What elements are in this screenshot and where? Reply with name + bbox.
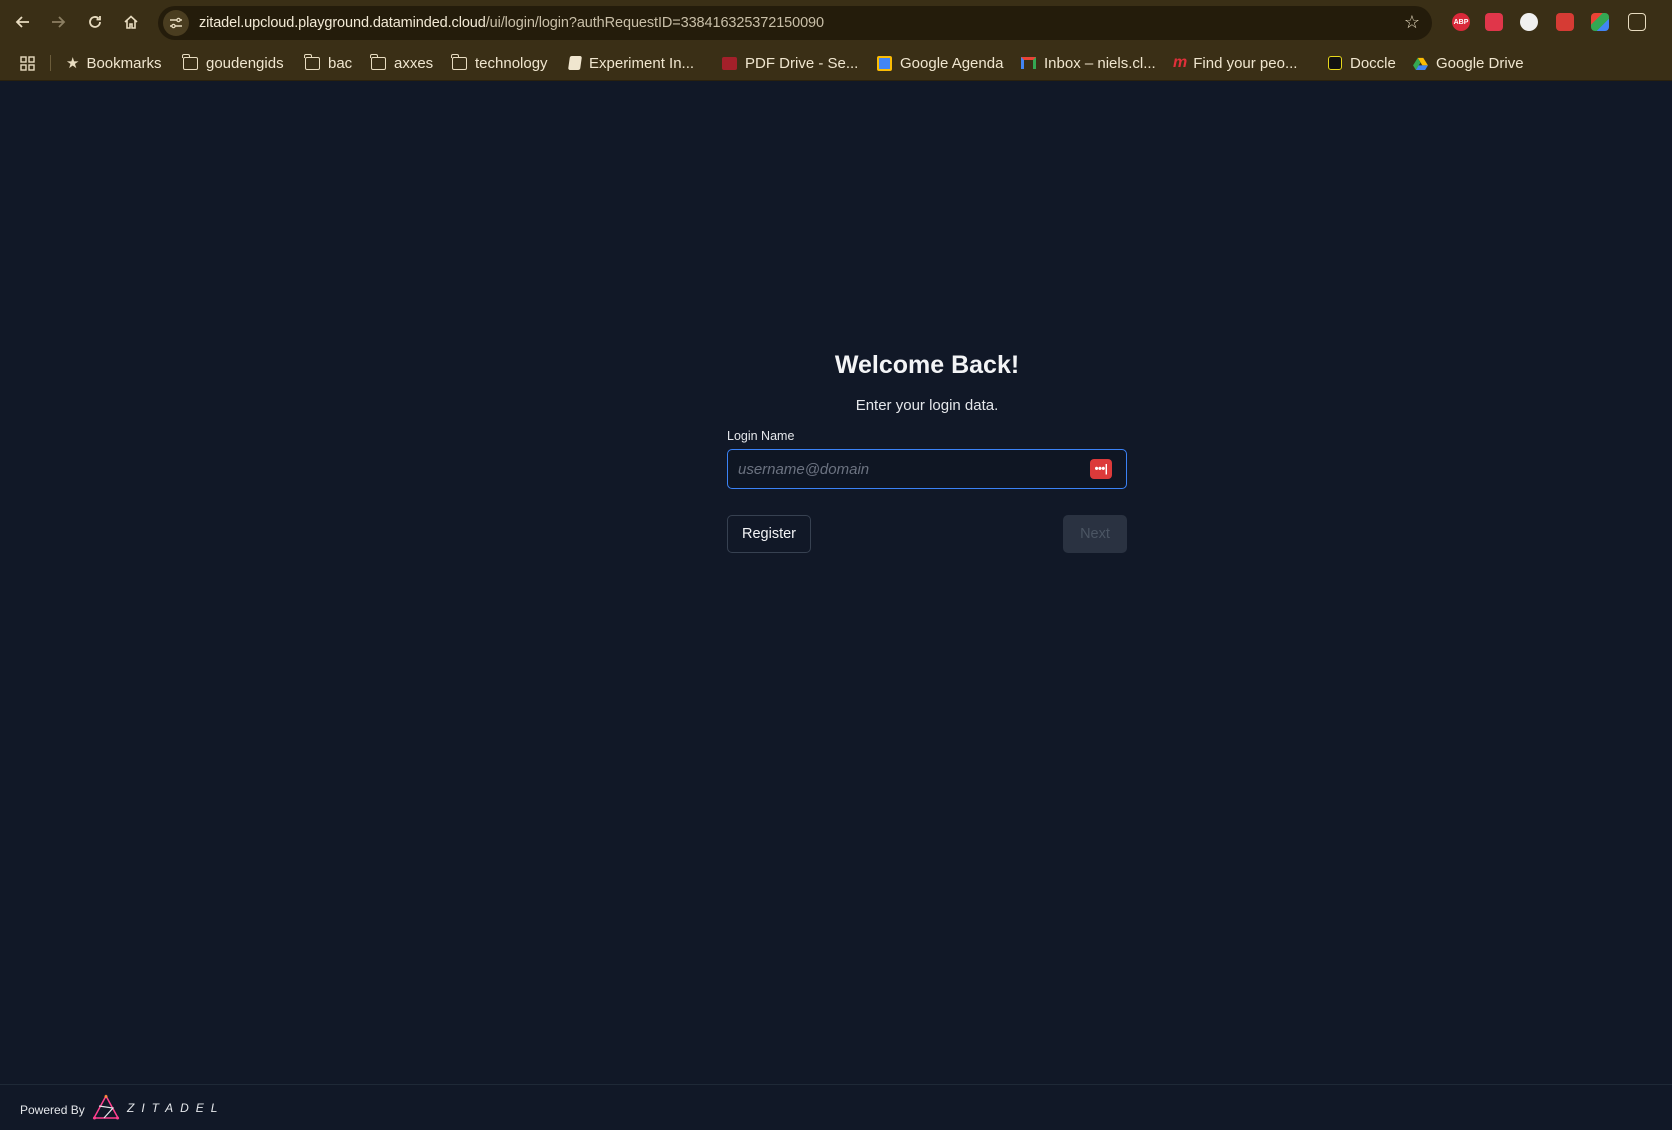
bookmark-item-experiment[interactable]: Experiment In... <box>568 45 695 81</box>
register-button[interactable]: Register <box>727 515 811 553</box>
password-manager-icon[interactable]: •••| <box>1090 459 1112 479</box>
adblock-label: ABP <box>1453 18 1469 26</box>
form-actions: Register Next <box>727 515 1127 553</box>
star-icon: ★ <box>66 55 80 72</box>
login-name-input[interactable] <box>728 450 1126 488</box>
m-icon: m <box>1173 54 1188 71</box>
login-name-label: Login Name <box>727 429 795 443</box>
login-name-field[interactable]: •••| <box>727 449 1127 489</box>
bookmark-label: bac <box>328 54 353 72</box>
calendar-icon <box>877 55 892 71</box>
bookmark-star-icon[interactable]: ☆ <box>1404 12 1420 33</box>
forward-button[interactable] <box>44 8 72 36</box>
arrow-left-icon <box>15 16 29 28</box>
password-extension-icon[interactable] <box>1556 13 1574 31</box>
bookmark-label: Doccle <box>1350 54 1396 72</box>
color-extension-icon[interactable] <box>1591 13 1609 31</box>
bookmark-label: Bookmarks <box>86 54 162 72</box>
folder-icon <box>304 53 320 70</box>
gmail-icon <box>1021 57 1036 69</box>
bookmark-item-google-agenda[interactable]: Google Agenda <box>877 45 1003 81</box>
zitadel-logo-icon <box>92 1094 120 1120</box>
bookmark-folder-axxes[interactable]: axxes <box>370 45 434 81</box>
privacy-extension-icon[interactable] <box>1520 13 1538 31</box>
bookmark-label: Google Agenda <box>900 54 1004 72</box>
url-path: /ui/login/login?authRequestID=3384163253… <box>485 15 824 31</box>
folder-icon <box>182 53 198 70</box>
bookmark-item-pdf-drive[interactable]: PDF Drive - Se... <box>722 45 858 81</box>
back-button[interactable] <box>9 8 37 36</box>
folder-icon <box>451 53 467 70</box>
login-card: Welcome Back! Enter your login data. Log… <box>727 351 1127 553</box>
login-page: Welcome Back! Enter your login data. Log… <box>0 81 1672 1130</box>
footer: Powered By ZITADEL <box>0 1084 1672 1130</box>
home-button[interactable] <box>117 8 145 36</box>
tune-icon <box>170 17 182 29</box>
address-bar[interactable]: zitadel.upcloud.playground.dataminded.cl… <box>158 6 1432 40</box>
site-info-button[interactable] <box>163 10 189 36</box>
bookmark-label: axxes <box>394 54 434 72</box>
reload-icon <box>89 16 101 28</box>
page-subtitle: Enter your login data. <box>855 397 999 414</box>
reload-button[interactable] <box>81 8 109 36</box>
pdf-drive-icon <box>722 56 737 70</box>
arrow-right-icon <box>52 16 66 28</box>
bookmarks-separator <box>50 55 51 71</box>
folder-icon <box>370 53 386 70</box>
bookmark-label: Experiment In... <box>589 54 695 72</box>
apps-icon[interactable] <box>20 45 35 81</box>
url-host: zitadel.upcloud.playground.dataminded.cl… <box>199 15 486 31</box>
bookmark-label: Inbox – niels.cl... <box>1044 54 1156 72</box>
bookmark-folder-technology[interactable]: technology <box>451 45 548 81</box>
url-text[interactable]: zitadel.upcloud.playground.dataminded.cl… <box>199 15 824 31</box>
bookmark-label: PDF Drive - Se... <box>745 54 859 72</box>
powered-by-text: Powered By <box>20 1103 85 1117</box>
bookmark-item-inbox[interactable]: Inbox – niels.cl... <box>1021 45 1156 81</box>
next-button[interactable]: Next <box>1063 515 1127 553</box>
bookmark-folder-bac[interactable]: bac <box>304 45 353 81</box>
extensions-puzzle-icon[interactable] <box>1628 13 1646 31</box>
doccle-icon <box>1328 56 1342 70</box>
drive-icon <box>1413 57 1428 70</box>
bookmark-item-doccle[interactable]: Doccle <box>1328 45 1396 81</box>
bookmark-label: Find your peo... <box>1193 54 1298 72</box>
adblock-extension-icon[interactable]: ABP <box>1452 13 1470 31</box>
bookmark-item-bookmarks[interactable]: ★ Bookmarks <box>66 45 161 81</box>
bookmark-label: technology <box>475 54 548 72</box>
pocket-extension-icon[interactable] <box>1485 13 1503 31</box>
bookmarks-bar: ★ Bookmarks goudengids bac axxes technolo… <box>0 45 1672 81</box>
bookmark-folder-goudengids[interactable]: goudengids <box>182 45 284 81</box>
bookmark-label: Google Drive <box>1436 54 1524 72</box>
browser-toolbar: zitadel.upcloud.playground.dataminded.cl… <box>0 0 1672 45</box>
zitadel-wordmark: ZITADEL <box>127 1101 225 1115</box>
home-icon <box>124 15 138 29</box>
page-icon <box>568 56 582 70</box>
bookmark-item-find-your-people[interactable]: m Find your peo... <box>1173 45 1297 81</box>
bookmark-item-google-drive[interactable]: Google Drive <box>1413 45 1524 81</box>
page-title: Welcome Back! <box>834 351 1020 379</box>
bookmark-label: goudengids <box>206 54 284 72</box>
grid-icon <box>20 55 35 71</box>
